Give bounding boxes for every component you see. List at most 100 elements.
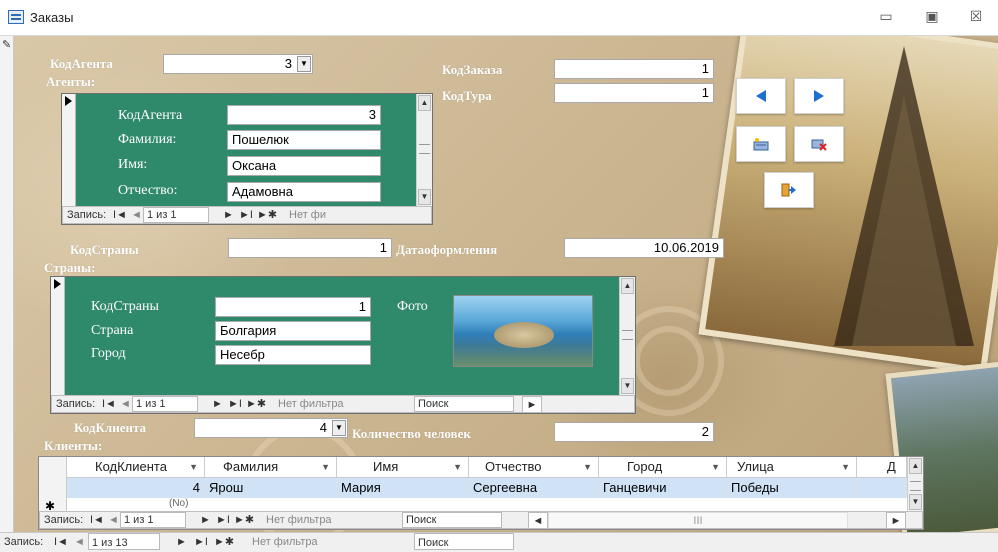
cell-city[interactable]: Ганцевичи xyxy=(599,478,727,498)
previous-record-button[interactable] xyxy=(736,78,786,114)
first-record-button[interactable]: I◄ xyxy=(90,512,104,528)
background-swirl xyxy=(634,326,704,396)
subform-record-selector[interactable] xyxy=(62,94,76,206)
patronymic-field[interactable]: Адамовна xyxy=(227,182,381,202)
cell-street[interactable]: Победы xyxy=(727,478,857,498)
scroll-thumb[interactable] xyxy=(419,144,430,155)
new-record-nav-button[interactable]: ►✱ xyxy=(246,396,266,412)
window-title: Заказы xyxy=(30,10,74,25)
prev-record-button[interactable]: ◄ xyxy=(131,207,142,223)
chevron-down-icon[interactable]: ▼ xyxy=(297,56,311,72)
column-header-street[interactable]: Улица ▼ xyxy=(727,457,857,478)
filter-status[interactable]: Нет фильтра xyxy=(252,533,318,551)
chevron-down-icon[interactable]: ▼ xyxy=(583,457,592,477)
client-code-combo[interactable]: 4 ▼ xyxy=(194,418,348,438)
current-record-field[interactable]: 1 из 1 xyxy=(120,512,186,528)
row-selector-column[interactable]: ✱ xyxy=(39,457,67,513)
column-header-house[interactable]: Д xyxy=(857,457,907,478)
country-name-field[interactable]: Болгария xyxy=(215,321,371,341)
chevron-down-icon[interactable]: ▼ xyxy=(321,457,330,477)
search-input[interactable]: Поиск xyxy=(402,512,502,528)
people-count-field[interactable]: 2 xyxy=(554,422,714,442)
new-record-button[interactable] xyxy=(736,126,786,162)
cell-client-code[interactable]: 4 xyxy=(67,478,205,498)
cell-surname[interactable]: Ярош xyxy=(205,478,337,498)
current-record-field[interactable]: 1 из 13 xyxy=(88,533,160,550)
chevron-left-icon[interactable]: ◄ xyxy=(528,512,548,528)
country-code-sub-field[interactable]: 1 xyxy=(215,297,371,317)
column-header-patronymic[interactable]: Отчество ▼ xyxy=(469,457,599,478)
scroll-up-icon[interactable]: ▲ xyxy=(621,278,634,294)
clients-vertical-scrollbar[interactable]: ▲ ▼ xyxy=(907,457,923,511)
search-input[interactable]: Поиск xyxy=(414,396,514,412)
new-record-nav-button[interactable]: ►✱ xyxy=(234,512,254,528)
current-record-field[interactable]: 1 из 1 xyxy=(143,207,209,223)
subform-record-selector[interactable] xyxy=(51,277,65,395)
cell-name[interactable]: Мария xyxy=(337,478,469,498)
chevron-right-icon[interactable]: ► xyxy=(886,512,906,528)
prev-record-button[interactable]: ◄ xyxy=(120,396,131,412)
agent-code-combo[interactable]: 3 ▼ xyxy=(163,54,313,74)
first-record-button[interactable]: I◄ xyxy=(54,533,68,551)
scroll-thumb[interactable] xyxy=(622,330,633,341)
next-record-button[interactable]: ► xyxy=(223,207,234,223)
countries-vertical-scrollbar[interactable]: ▲ ▼ xyxy=(619,277,635,395)
tour-code-field[interactable]: 1 xyxy=(554,83,714,103)
cell-house[interactable] xyxy=(857,478,907,498)
record-selector[interactable]: ✎ xyxy=(0,36,14,540)
scroll-down-icon[interactable]: ▼ xyxy=(621,378,634,394)
scroll-thumb[interactable] xyxy=(910,481,921,492)
last-record-button[interactable]: ►I xyxy=(239,207,253,223)
agent-code-label: КодАгента xyxy=(50,56,113,71)
city-field[interactable]: Несебр xyxy=(215,345,371,365)
minimize-button[interactable]: ▭ xyxy=(876,8,896,25)
column-header-city[interactable]: Город ▼ xyxy=(599,457,727,478)
last-record-button[interactable]: ►I xyxy=(216,512,230,528)
order-code-field[interactable]: 1 xyxy=(554,59,714,79)
current-record-field[interactable]: 1 из 1 xyxy=(132,396,198,412)
column-header-name[interactable]: Имя ▼ xyxy=(337,457,469,478)
delete-record-button[interactable] xyxy=(794,126,844,162)
country-code-field[interactable]: 1 xyxy=(228,238,392,258)
last-record-button[interactable]: ►I xyxy=(194,533,208,551)
chevron-down-icon[interactable]: ▼ xyxy=(189,457,198,477)
name-field[interactable]: Оксана xyxy=(227,156,381,176)
chevron-down-icon[interactable]: ▼ xyxy=(841,457,850,477)
exit-button[interactable] xyxy=(764,172,814,208)
filter-status[interactable]: Нет фильтра xyxy=(266,512,332,528)
scroll-down-icon[interactable]: ▼ xyxy=(909,494,922,510)
next-record-button[interactable]: ► xyxy=(200,512,211,528)
column-header-client-code[interactable]: КодКлиента ▼ xyxy=(67,457,205,478)
cell-patronymic[interactable]: Сергеевна xyxy=(469,478,599,498)
next-record-button[interactable]: ► xyxy=(212,396,223,412)
chevron-down-icon[interactable]: ▼ xyxy=(453,457,462,477)
prev-record-button[interactable]: ◄ xyxy=(108,512,119,528)
scroll-down-icon[interactable]: ▼ xyxy=(418,189,431,205)
close-button[interactable]: ☒ xyxy=(966,8,986,25)
surname-field[interactable]: Пошелюк xyxy=(227,130,381,150)
scroll-up-icon[interactable]: ▲ xyxy=(909,458,922,474)
agent-code-sub-field[interactable]: 3 xyxy=(227,105,381,125)
prev-record-button[interactable]: ◄ xyxy=(74,533,85,551)
search-input[interactable]: Поиск xyxy=(414,533,514,550)
chevron-down-icon[interactable]: ▼ xyxy=(332,420,346,436)
order-date-field[interactable]: 10.06.2019 xyxy=(564,238,724,258)
new-row-placeholder[interactable]: (No) xyxy=(169,498,188,512)
new-record-nav-button[interactable]: ►✱ xyxy=(257,207,277,223)
filter-status[interactable]: Нет фильтра xyxy=(278,396,344,412)
column-header-surname[interactable]: Фамилия ▼ xyxy=(205,457,337,478)
first-record-button[interactable]: I◄ xyxy=(113,207,127,223)
chevron-down-icon[interactable]: ▼ xyxy=(711,457,720,477)
scroll-up-icon[interactable]: ▲ xyxy=(418,95,431,111)
chevron-right-icon[interactable]: ► xyxy=(522,396,542,412)
agents-vertical-scrollbar[interactable]: ▲ ▼ xyxy=(416,94,432,206)
horizontal-scroll-thumb[interactable]: III xyxy=(548,512,848,528)
first-record-button[interactable]: I◄ xyxy=(102,396,116,412)
new-record-nav-button[interactable]: ►✱ xyxy=(214,533,234,551)
next-record-button[interactable]: ► xyxy=(176,533,187,551)
next-record-button[interactable] xyxy=(794,78,844,114)
last-record-button[interactable]: ►I xyxy=(228,396,242,412)
city-photo[interactable] xyxy=(453,295,593,367)
filter-status[interactable]: Нет фи xyxy=(289,207,326,223)
restore-button[interactable]: ▣ xyxy=(922,8,942,25)
